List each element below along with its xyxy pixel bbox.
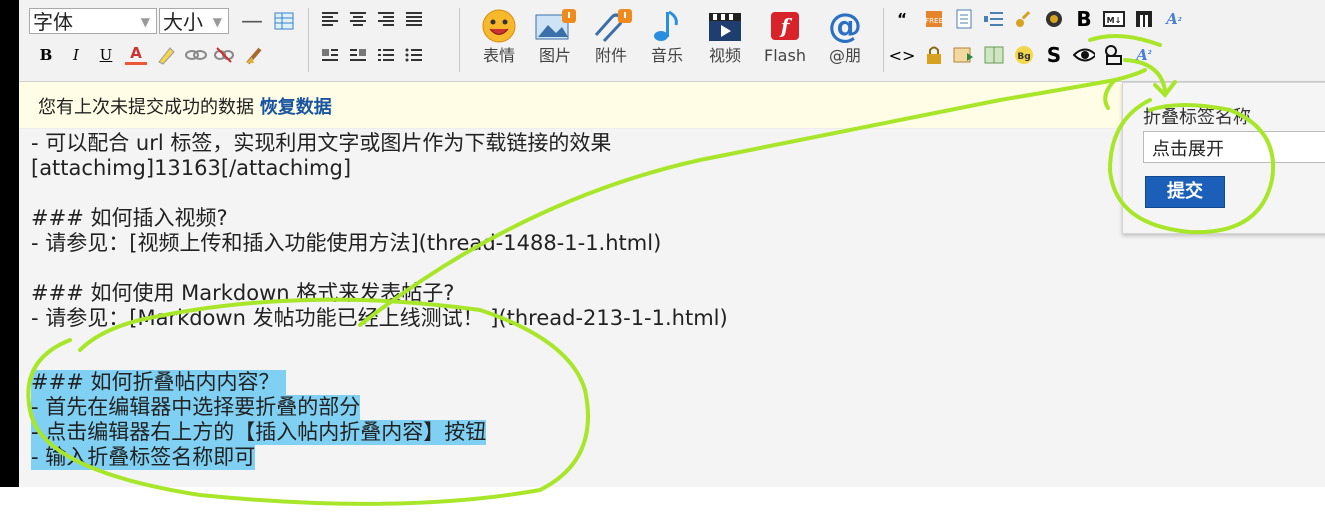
- align-center-icon[interactable]: [347, 8, 369, 30]
- editor-line-selected: - 点击编辑器右上方的【插入帖内折叠内容】按钮: [31, 420, 487, 445]
- font-color-button[interactable]: A: [125, 44, 147, 65]
- markdown-icon[interactable]: M↓: [1103, 8, 1125, 30]
- editor-toolbar: 字体 ▼ 大小 ▼ — B I U A 表情 图片 附件 音乐 视频 f Fla…: [19, 0, 1325, 82]
- svg-text:Bg: Bg: [1017, 52, 1030, 62]
- clear-format-icon[interactable]: [243, 44, 265, 66]
- align-right-icon[interactable]: [375, 8, 397, 30]
- editor-line: ### 如何插入视频?: [31, 206, 228, 230]
- editor-line: - 可以配合 url 标签，实现利用文字或图片作为下载链接的效果: [31, 131, 612, 155]
- image-icon: [525, 6, 585, 46]
- list-indent-icon[interactable]: [983, 8, 1005, 30]
- at-icon: @: [828, 6, 862, 46]
- superscript-icon[interactable]: A²: [1133, 44, 1155, 66]
- bold-button[interactable]: B: [35, 44, 57, 66]
- document-icon[interactable]: [953, 8, 975, 30]
- quote-icon[interactable]: “: [891, 8, 913, 30]
- restore-data-link[interactable]: 恢复数据: [260, 97, 332, 118]
- restore-notice-text: 您有上次未提交成功的数据: [38, 97, 254, 118]
- smiley-icon: [469, 6, 529, 46]
- table-icon[interactable]: [273, 10, 295, 32]
- svg-text:FREE: FREE: [925, 17, 943, 25]
- ordered-list-icon[interactable]: [375, 44, 397, 66]
- code-block-icon[interactable]: [1133, 8, 1155, 30]
- image-label: 图片: [538, 46, 571, 65]
- collapse-label-popup: 折叠标签名称 点击展开 提交: [1122, 82, 1325, 234]
- float-right-icon[interactable]: [347, 44, 369, 66]
- editor-line-selected: ### 如何折叠帖内内容？: [31, 370, 287, 395]
- editor-line: ### 如何使用 Markdown 格式来发表帖子?: [31, 281, 455, 305]
- subscript-icon[interactable]: A₂: [1163, 8, 1185, 30]
- font-select-label: 字体: [33, 10, 73, 34]
- mention-label: @朋: [828, 46, 861, 65]
- submit-button[interactable]: 提交: [1145, 176, 1225, 208]
- record-icon[interactable]: [1043, 8, 1065, 30]
- key-icon[interactable]: [1013, 8, 1035, 30]
- music-label: 音乐: [650, 46, 683, 65]
- eye-icon[interactable]: [1073, 44, 1095, 66]
- editor-line: [attachimg]13163[/attachimg]: [31, 156, 352, 180]
- download-icon[interactable]: [953, 44, 975, 66]
- highlight-icon[interactable]: [155, 44, 177, 66]
- mention-button[interactable]: @ @朋: [815, 6, 875, 72]
- size-select[interactable]: 大小 ▼: [159, 8, 229, 34]
- collapse-content-icon[interactable]: [1103, 44, 1125, 66]
- flash-icon: f: [755, 6, 815, 46]
- unordered-list-icon[interactable]: [403, 44, 425, 66]
- font-select[interactable]: 字体 ▼: [29, 8, 157, 34]
- font-color-label: A: [130, 44, 142, 62]
- flash-button[interactable]: f Flash: [755, 6, 815, 72]
- editor-line-selected: - 输入折叠标签名称即可: [31, 445, 256, 470]
- unlink-icon[interactable]: [213, 44, 235, 66]
- float-left-icon[interactable]: [319, 44, 341, 66]
- columns-icon[interactable]: [983, 44, 1005, 66]
- restore-notice: 您有上次未提交成功的数据 恢复数据: [38, 93, 332, 119]
- link-icon[interactable]: [185, 44, 207, 66]
- horizontal-rule-icon[interactable]: —: [241, 9, 263, 34]
- underline-button[interactable]: U: [95, 44, 117, 66]
- chevron-down-icon: ▼: [140, 15, 150, 29]
- attachment-label: 附件: [594, 46, 627, 65]
- paperclip-icon: [581, 6, 641, 46]
- strikethrough-icon[interactable]: S: [1043, 43, 1065, 67]
- music-button[interactable]: 音乐: [637, 6, 697, 72]
- music-note-icon: [637, 6, 697, 46]
- editor-line-selected: - 首先在编辑器中选择要折叠的部分: [31, 395, 361, 420]
- attachment-button[interactable]: 附件: [581, 6, 641, 72]
- underline-label: U: [99, 46, 113, 64]
- video-button[interactable]: 视频: [695, 6, 755, 72]
- background-color-icon[interactable]: Bg: [1013, 44, 1035, 66]
- image-button[interactable]: 图片: [525, 6, 585, 72]
- video-label: 视频: [708, 46, 741, 65]
- emoji-button[interactable]: 表情: [469, 6, 529, 72]
- align-left-icon[interactable]: [319, 8, 341, 30]
- clapperboard-icon: [695, 6, 755, 46]
- collapse-label-input[interactable]: 点击展开: [1143, 131, 1325, 163]
- italic-button[interactable]: I: [65, 44, 87, 66]
- italic-label: I: [73, 46, 79, 64]
- editor-line: - 请参见：[Markdown 发帖功能已经上线测试！ ](thread-213…: [31, 306, 728, 330]
- bold-label: B: [39, 46, 53, 64]
- left-dark-bar: [0, 0, 19, 487]
- chevron-down-icon: ▼: [212, 15, 222, 29]
- collapse-label-heading: 折叠标签名称: [1143, 107, 1251, 128]
- flash-label: Flash: [764, 46, 806, 65]
- free-icon[interactable]: FREE: [923, 8, 945, 30]
- size-select-label: 大小: [163, 10, 203, 34]
- lock-icon[interactable]: [923, 44, 945, 66]
- code-icon[interactable]: <>: [889, 44, 916, 66]
- editor-line: - 请参见：[视频上传和插入功能使用方法](thread-1488-1-1.ht…: [31, 231, 662, 255]
- svg-text:M↓: M↓: [1107, 16, 1122, 25]
- emoji-label: 表情: [482, 46, 515, 65]
- bold-b-icon[interactable]: B: [1073, 7, 1095, 31]
- justify-icon[interactable]: [403, 8, 425, 30]
